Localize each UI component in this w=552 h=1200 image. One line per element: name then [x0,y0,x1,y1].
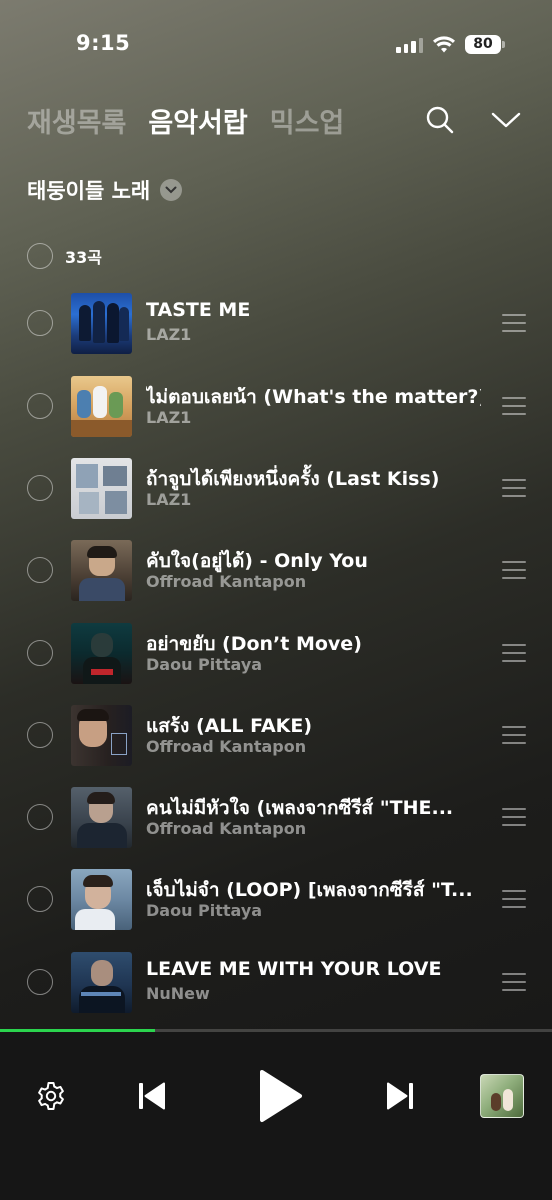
album-art [71,540,132,601]
select-all-row: 33곡 [27,243,102,269]
skip-previous-icon[interactable] [136,1080,168,1112]
playlist-dropdown-chevron-icon[interactable] [160,179,183,201]
track-artist: Daou Pittaya [146,655,263,674]
track-select-checkbox[interactable] [27,886,53,912]
track-artist: Offroad Kantapon [146,819,307,838]
track-select-checkbox[interactable] [27,804,53,830]
player-bar [0,1032,552,1200]
track-row[interactable]: TASTE ME LAZ1 [0,293,552,375]
track-row[interactable]: คับใจ(อยู่ได้) - Only You Offroad Kantap… [0,540,552,622]
album-art [71,705,132,766]
select-all-checkbox[interactable] [27,243,53,269]
album-art [71,376,132,437]
track-artist: Daou Pittaya [146,901,263,920]
track-select-checkbox[interactable] [27,557,53,583]
track-select-checkbox[interactable] [27,722,53,748]
track-artist: LAZ1 [146,408,192,427]
cellular-signal-icon [396,37,423,53]
play-icon[interactable] [258,1068,304,1124]
drag-handle-icon[interactable] [502,726,526,744]
track-title: ไม่ตอบเลยน้า (What's the matter?) [146,386,481,408]
track-row[interactable]: LEAVE ME WITH YOUR LOVE NuNew [0,952,552,1034]
track-select-checkbox[interactable] [27,969,53,995]
drag-handle-icon[interactable] [502,890,526,908]
drag-handle-icon[interactable] [502,644,526,662]
battery-indicator: 80 [465,35,501,54]
chevron-down-icon[interactable] [490,106,522,134]
track-row[interactable]: ถ้าจูบได้เพียงหนึ่งครั้ง (Last Kiss) LAZ… [0,458,552,540]
library-tabs: 재생목록 음악서랍 믹스업 [27,101,344,140]
track-row[interactable]: อย่าขยับ (Don’t Move) Daou Pittaya [0,623,552,705]
drag-handle-icon[interactable] [502,397,526,415]
track-select-checkbox[interactable] [27,310,53,336]
track-row[interactable]: ไม่ตอบเลยน้า (What's the matter?) LAZ1 [0,376,552,458]
album-art [71,952,132,1013]
search-icon[interactable] [424,104,456,136]
album-art [71,623,132,684]
track-row[interactable]: คนไม่มีหัวใจ (เพลงจากซีรีส์ "THE... Offr… [0,787,552,869]
tab-playlist[interactable]: 재생목록 [27,101,126,140]
track-row[interactable]: แสร้ง (ALL FAKE) Offroad Kantapon [0,705,552,787]
album-art [71,293,132,354]
playlist-selector[interactable]: 태둥이들 노래 [27,175,183,205]
track-artist: Offroad Kantapon [146,737,307,756]
track-select-checkbox[interactable] [27,393,53,419]
gear-icon[interactable] [35,1080,67,1112]
album-art [71,787,132,848]
drag-handle-icon[interactable] [502,479,526,497]
track-select-checkbox[interactable] [27,475,53,501]
album-art [71,869,132,930]
wifi-icon [433,36,455,53]
track-row[interactable]: เจ็บไม่จำ (LOOP) [เพลงจากซีรีส์ "T... Da… [0,869,552,951]
drag-handle-icon[interactable] [502,561,526,579]
track-count: 33곡 [65,248,102,267]
drag-handle-icon[interactable] [502,808,526,826]
track-artist: LAZ1 [146,490,192,509]
battery-tip [502,41,505,48]
track-artist: NuNew [146,984,210,1003]
track-artist: LAZ1 [146,325,192,344]
tab-mixup[interactable]: 믹스업 [270,101,345,140]
drag-handle-icon[interactable] [502,314,526,332]
status-bar: 9:15 80 [0,0,552,90]
album-art [71,458,132,519]
status-time: 9:15 [76,31,131,55]
drag-handle-icon[interactable] [502,973,526,991]
tab-music-drawer[interactable]: 음악서랍 [148,101,247,140]
track-artist: Offroad Kantapon [146,572,307,591]
track-title: TASTE ME [146,299,251,321]
skip-next-icon[interactable] [384,1080,416,1112]
playlist-title: 태둥이들 노래 [27,179,151,203]
track-select-checkbox[interactable] [27,640,53,666]
now-playing-album-art[interactable] [480,1074,524,1118]
track-title: LEAVE ME WITH YOUR LOVE [146,958,442,980]
